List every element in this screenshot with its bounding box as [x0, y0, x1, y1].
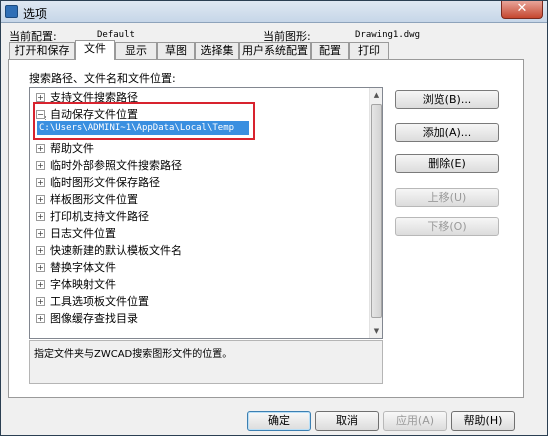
- tree-item[interactable]: + 临时图形文件保存路径: [30, 174, 370, 191]
- tree-item[interactable]: + 帮助文件: [30, 140, 370, 157]
- tree-item-label: 帮助文件: [50, 142, 94, 155]
- expand-icon[interactable]: +: [36, 195, 45, 204]
- tree-item-label: 临时外部参照文件搜索路径: [50, 159, 182, 172]
- tree-item-label: 样板图形文件位置: [50, 193, 138, 206]
- tree-item[interactable]: + 快速新建的默认模板文件名: [30, 242, 370, 259]
- tab-selection[interactable]: 选择集: [195, 42, 239, 59]
- move-up-button[interactable]: 上移(U): [395, 188, 499, 207]
- tab-plot[interactable]: 打印: [349, 42, 389, 59]
- cancel-button[interactable]: 取消: [315, 411, 379, 431]
- red-highlight-box: [33, 102, 255, 140]
- tree-item[interactable]: + 临时外部参照文件搜索路径: [30, 157, 370, 174]
- tree-item[interactable]: + 打印机支持文件路径: [30, 208, 370, 225]
- tree-item[interactable]: + 样板图形文件位置: [30, 191, 370, 208]
- tree-item-label: 日志文件位置: [50, 227, 116, 240]
- current-drawing-value: Drawing1.dwg: [355, 30, 421, 40]
- expand-icon[interactable]: +: [36, 229, 45, 238]
- expand-icon[interactable]: +: [36, 263, 45, 272]
- tree-item-label: 工具选项板文件位置: [50, 295, 149, 308]
- tab-open-save[interactable]: 打开和保存: [9, 42, 75, 59]
- tree-item-label: 快速新建的默认模板文件名: [50, 244, 182, 257]
- add-button[interactable]: 添加(A)...: [395, 123, 499, 142]
- tab-user-preferences[interactable]: 用户系统配置: [239, 42, 311, 59]
- expand-icon[interactable]: +: [36, 178, 45, 187]
- description-box: 指定文件夹与ZWCAD搜索图形文件的位置。: [29, 340, 383, 384]
- tree-item-label: 字体映射文件: [50, 278, 116, 291]
- tree-item[interactable]: + 工具选项板文件位置: [30, 293, 370, 310]
- expand-icon[interactable]: +: [36, 161, 45, 170]
- ok-button[interactable]: 确定: [247, 411, 311, 431]
- apply-button[interactable]: 应用(A): [383, 411, 447, 431]
- window-title: 选项: [23, 7, 48, 21]
- help-button[interactable]: 帮助(H): [451, 411, 515, 431]
- tree-item[interactable]: + 替换字体文件: [30, 259, 370, 276]
- tab-drafting[interactable]: 草图: [157, 42, 195, 59]
- tree-item-label: 临时图形文件保存路径: [50, 176, 160, 189]
- tree-item[interactable]: + 图像缓存查找目录: [30, 310, 370, 327]
- browse-button[interactable]: 浏览(B)...: [395, 90, 499, 109]
- expand-icon[interactable]: +: [36, 280, 45, 289]
- expand-icon[interactable]: +: [36, 93, 45, 102]
- tab-display[interactable]: 显示: [115, 42, 157, 59]
- scroll-up-icon[interactable]: ▲: [370, 88, 382, 102]
- tree-item[interactable]: + 日志文件位置: [30, 225, 370, 242]
- tree-scrollbar[interactable]: ▲ ▼: [369, 88, 382, 338]
- scrollbar-thumb[interactable]: [371, 104, 382, 318]
- app-icon: [5, 5, 18, 18]
- close-button[interactable]: ✕: [501, 1, 543, 19]
- tree-item-label: 打印机支持文件路径: [50, 210, 149, 223]
- options-dialog: 选项 ✕ 当前配置: Default 当前图形: Drawing1.dwg 打开…: [0, 0, 548, 436]
- search-paths-label: 搜索路径、文件名和文件位置:: [29, 72, 176, 85]
- expand-icon[interactable]: +: [36, 297, 45, 306]
- tab-files[interactable]: 文件: [75, 40, 115, 60]
- tree-item[interactable]: + 字体映射文件: [30, 276, 370, 293]
- expand-icon[interactable]: +: [36, 246, 45, 255]
- scroll-down-icon[interactable]: ▼: [370, 324, 382, 338]
- tree-item-label: 替换字体文件: [50, 261, 116, 274]
- description-text: 指定文件夹与ZWCAD搜索图形文件的位置。: [34, 349, 233, 360]
- expand-icon[interactable]: +: [36, 212, 45, 221]
- title-bar[interactable]: 选项 ✕: [1, 1, 547, 23]
- expand-icon[interactable]: +: [36, 314, 45, 323]
- tree-item-label: 图像缓存查找目录: [50, 312, 138, 325]
- tab-profiles[interactable]: 配置: [311, 42, 349, 59]
- move-down-button[interactable]: 下移(O): [395, 217, 499, 236]
- delete-button[interactable]: 删除(E): [395, 154, 499, 173]
- expand-icon[interactable]: +: [36, 144, 45, 153]
- current-config-value: Default: [97, 30, 135, 40]
